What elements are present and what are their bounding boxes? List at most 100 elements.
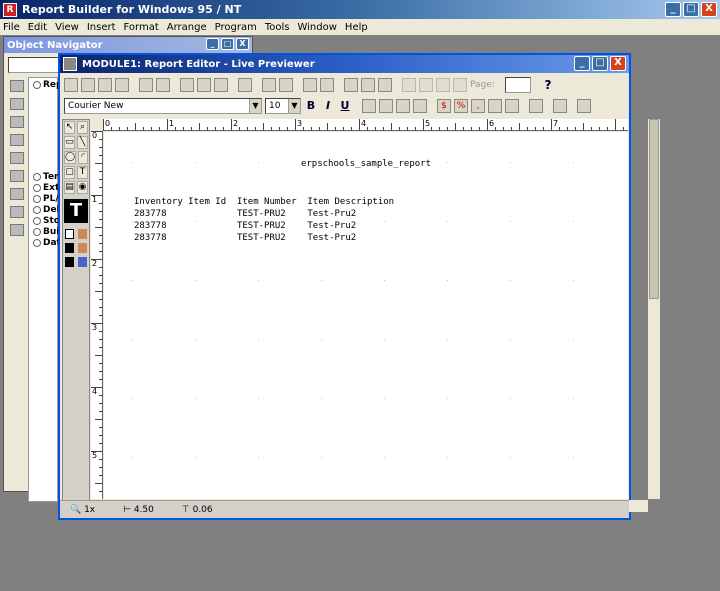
field-select-icon[interactable]: [553, 99, 567, 113]
arc-tool-icon[interactable]: ◜: [78, 151, 88, 164]
align-left-icon[interactable]: [362, 99, 376, 113]
web-wizard-icon[interactable]: [378, 78, 392, 92]
open-icon[interactable]: [10, 80, 24, 92]
tree-node-database-objects[interactable]: Data: [33, 238, 59, 248]
menu-tools[interactable]: Tools: [265, 22, 290, 33]
layout-model-icon[interactable]: [81, 78, 95, 92]
align-justify-icon[interactable]: [413, 99, 427, 113]
print-report-icon[interactable]: [197, 78, 211, 92]
remove-decimal-icon[interactable]: [505, 99, 519, 113]
run-icon[interactable]: [10, 116, 24, 128]
button-tool-icon[interactable]: ◉: [77, 181, 88, 194]
report-column-headers[interactable]: Inventory Item Id Item Number Item Descr…: [134, 197, 394, 207]
tree-node-stored-program-units[interactable]: Stor: [33, 216, 59, 226]
save-disk-icon[interactable]: [156, 78, 170, 92]
line-tool-icon[interactable]: ╲: [77, 136, 88, 149]
text-tool-icon[interactable]: T: [77, 166, 88, 179]
report-row[interactable]: 283778 TEST-PRU2 Test-Pru2: [134, 221, 356, 231]
line-color-icon[interactable]: [78, 243, 87, 253]
maximize-button[interactable]: □: [683, 2, 699, 17]
align-right-icon[interactable]: [396, 99, 410, 113]
menu-program[interactable]: Program: [215, 22, 257, 33]
currency-icon[interactable]: $: [437, 99, 451, 113]
report-row[interactable]: 283778 TEST-PRU2 Test-Pru2: [134, 233, 356, 243]
editor-maximize-button[interactable]: □: [592, 56, 608, 71]
tree-node-built-in-packages[interactable]: Buil: [33, 227, 59, 237]
text-color-swatch[interactable]: [65, 257, 74, 267]
comma-icon[interactable]: ,: [471, 99, 485, 113]
parameter-form-icon[interactable]: [98, 78, 112, 92]
objnav-minimize-button[interactable]: _: [206, 38, 219, 50]
tree-node-reports[interactable]: Rep: [33, 80, 59, 90]
font-name-select[interactable]: Courier New ▼: [64, 98, 262, 114]
first-page-icon[interactable]: [402, 78, 416, 92]
chart-wizard-icon[interactable]: [361, 78, 375, 92]
menu-view[interactable]: View: [55, 22, 79, 33]
objnav-close-button[interactable]: X: [236, 38, 249, 50]
menu-format[interactable]: Format: [124, 22, 159, 33]
open-folder-icon[interactable]: [139, 78, 153, 92]
rounded-rectangle-tool-icon[interactable]: ▢: [64, 166, 75, 179]
menu-file[interactable]: File: [3, 22, 20, 33]
fill-color-icon[interactable]: [78, 229, 87, 239]
tree-toggle[interactable]: [33, 238, 41, 247]
previous-page-icon[interactable]: [419, 78, 433, 92]
insert-date-icon[interactable]: [577, 99, 591, 113]
data-model-icon[interactable]: [64, 78, 78, 92]
editor-minimize-button[interactable]: _: [574, 56, 590, 71]
tree-node-external-queries[interactable]: Exte: [33, 183, 59, 193]
text-color-icon[interactable]: [78, 257, 87, 267]
ellipse-tool-icon[interactable]: ◯: [64, 151, 77, 164]
font-size-select[interactable]: 10 ▼: [265, 98, 301, 114]
fill-color-swatch[interactable]: [65, 229, 75, 239]
link-icon[interactable]: [238, 78, 252, 92]
tree-toggle[interactable]: [33, 205, 41, 214]
tree-toggle[interactable]: [33, 80, 41, 89]
tree-node-plsql-libraries[interactable]: PL/: [33, 194, 59, 204]
add-decimal-icon[interactable]: [488, 99, 502, 113]
live-previewer-icon[interactable]: [115, 78, 129, 92]
print-icon[interactable]: [10, 134, 24, 146]
report-title[interactable]: erpschools_sample_report: [104, 159, 628, 169]
underline-button[interactable]: U: [338, 99, 352, 113]
help-button[interactable]: ?: [541, 78, 555, 92]
tree-node-templates[interactable]: Tem: [33, 172, 59, 182]
magnify-tool-icon[interactable]: ⌕: [77, 121, 88, 134]
chevron-down-icon[interactable]: ▼: [249, 99, 261, 113]
tree-node-debug-actions[interactable]: Deb: [33, 205, 59, 215]
italic-button[interactable]: I: [321, 99, 335, 113]
selected-text-tool-icon[interactable]: T: [64, 199, 88, 223]
save-icon[interactable]: [10, 98, 24, 110]
align-center-icon[interactable]: [379, 99, 393, 113]
paste-icon[interactable]: [10, 206, 24, 218]
page-number-field[interactable]: [505, 77, 531, 93]
close-button[interactable]: X: [701, 2, 717, 17]
tree-toggle[interactable]: [33, 194, 41, 203]
vertical-scroll-thumb[interactable]: [649, 119, 659, 299]
objnav-find-field[interactable]: [8, 57, 60, 73]
cut-icon[interactable]: [10, 170, 24, 182]
report-wizard-icon[interactable]: [303, 78, 317, 92]
minimize-button[interactable]: _: [665, 2, 681, 17]
run-report-icon[interactable]: [180, 78, 194, 92]
rectangle-tool-icon[interactable]: ▭: [64, 136, 75, 149]
menu-help[interactable]: Help: [345, 22, 368, 33]
editor-close-button[interactable]: X: [610, 56, 626, 71]
copy-icon[interactable]: [10, 188, 24, 200]
expand-icon[interactable]: [10, 224, 24, 236]
tree-toggle[interactable]: [33, 227, 41, 236]
check-icon[interactable]: [344, 78, 358, 92]
percent-icon[interactable]: %: [454, 99, 468, 113]
bold-button[interactable]: B: [304, 99, 318, 113]
menu-arrange[interactable]: Arrange: [167, 22, 207, 33]
mail-icon[interactable]: [10, 152, 24, 164]
menu-window[interactable]: Window: [297, 22, 336, 33]
menu-edit[interactable]: Edit: [28, 22, 47, 33]
zoom-out-icon[interactable]: [279, 78, 293, 92]
vertical-scrollbar[interactable]: [648, 119, 660, 499]
next-page-icon[interactable]: [436, 78, 450, 92]
field-tool-icon[interactable]: ▤: [64, 181, 75, 194]
menu-insert[interactable]: Insert: [87, 22, 116, 33]
line-color-swatch[interactable]: [65, 243, 74, 253]
report-row[interactable]: 283778 TEST-PRU2 Test-Pru2: [134, 209, 356, 219]
